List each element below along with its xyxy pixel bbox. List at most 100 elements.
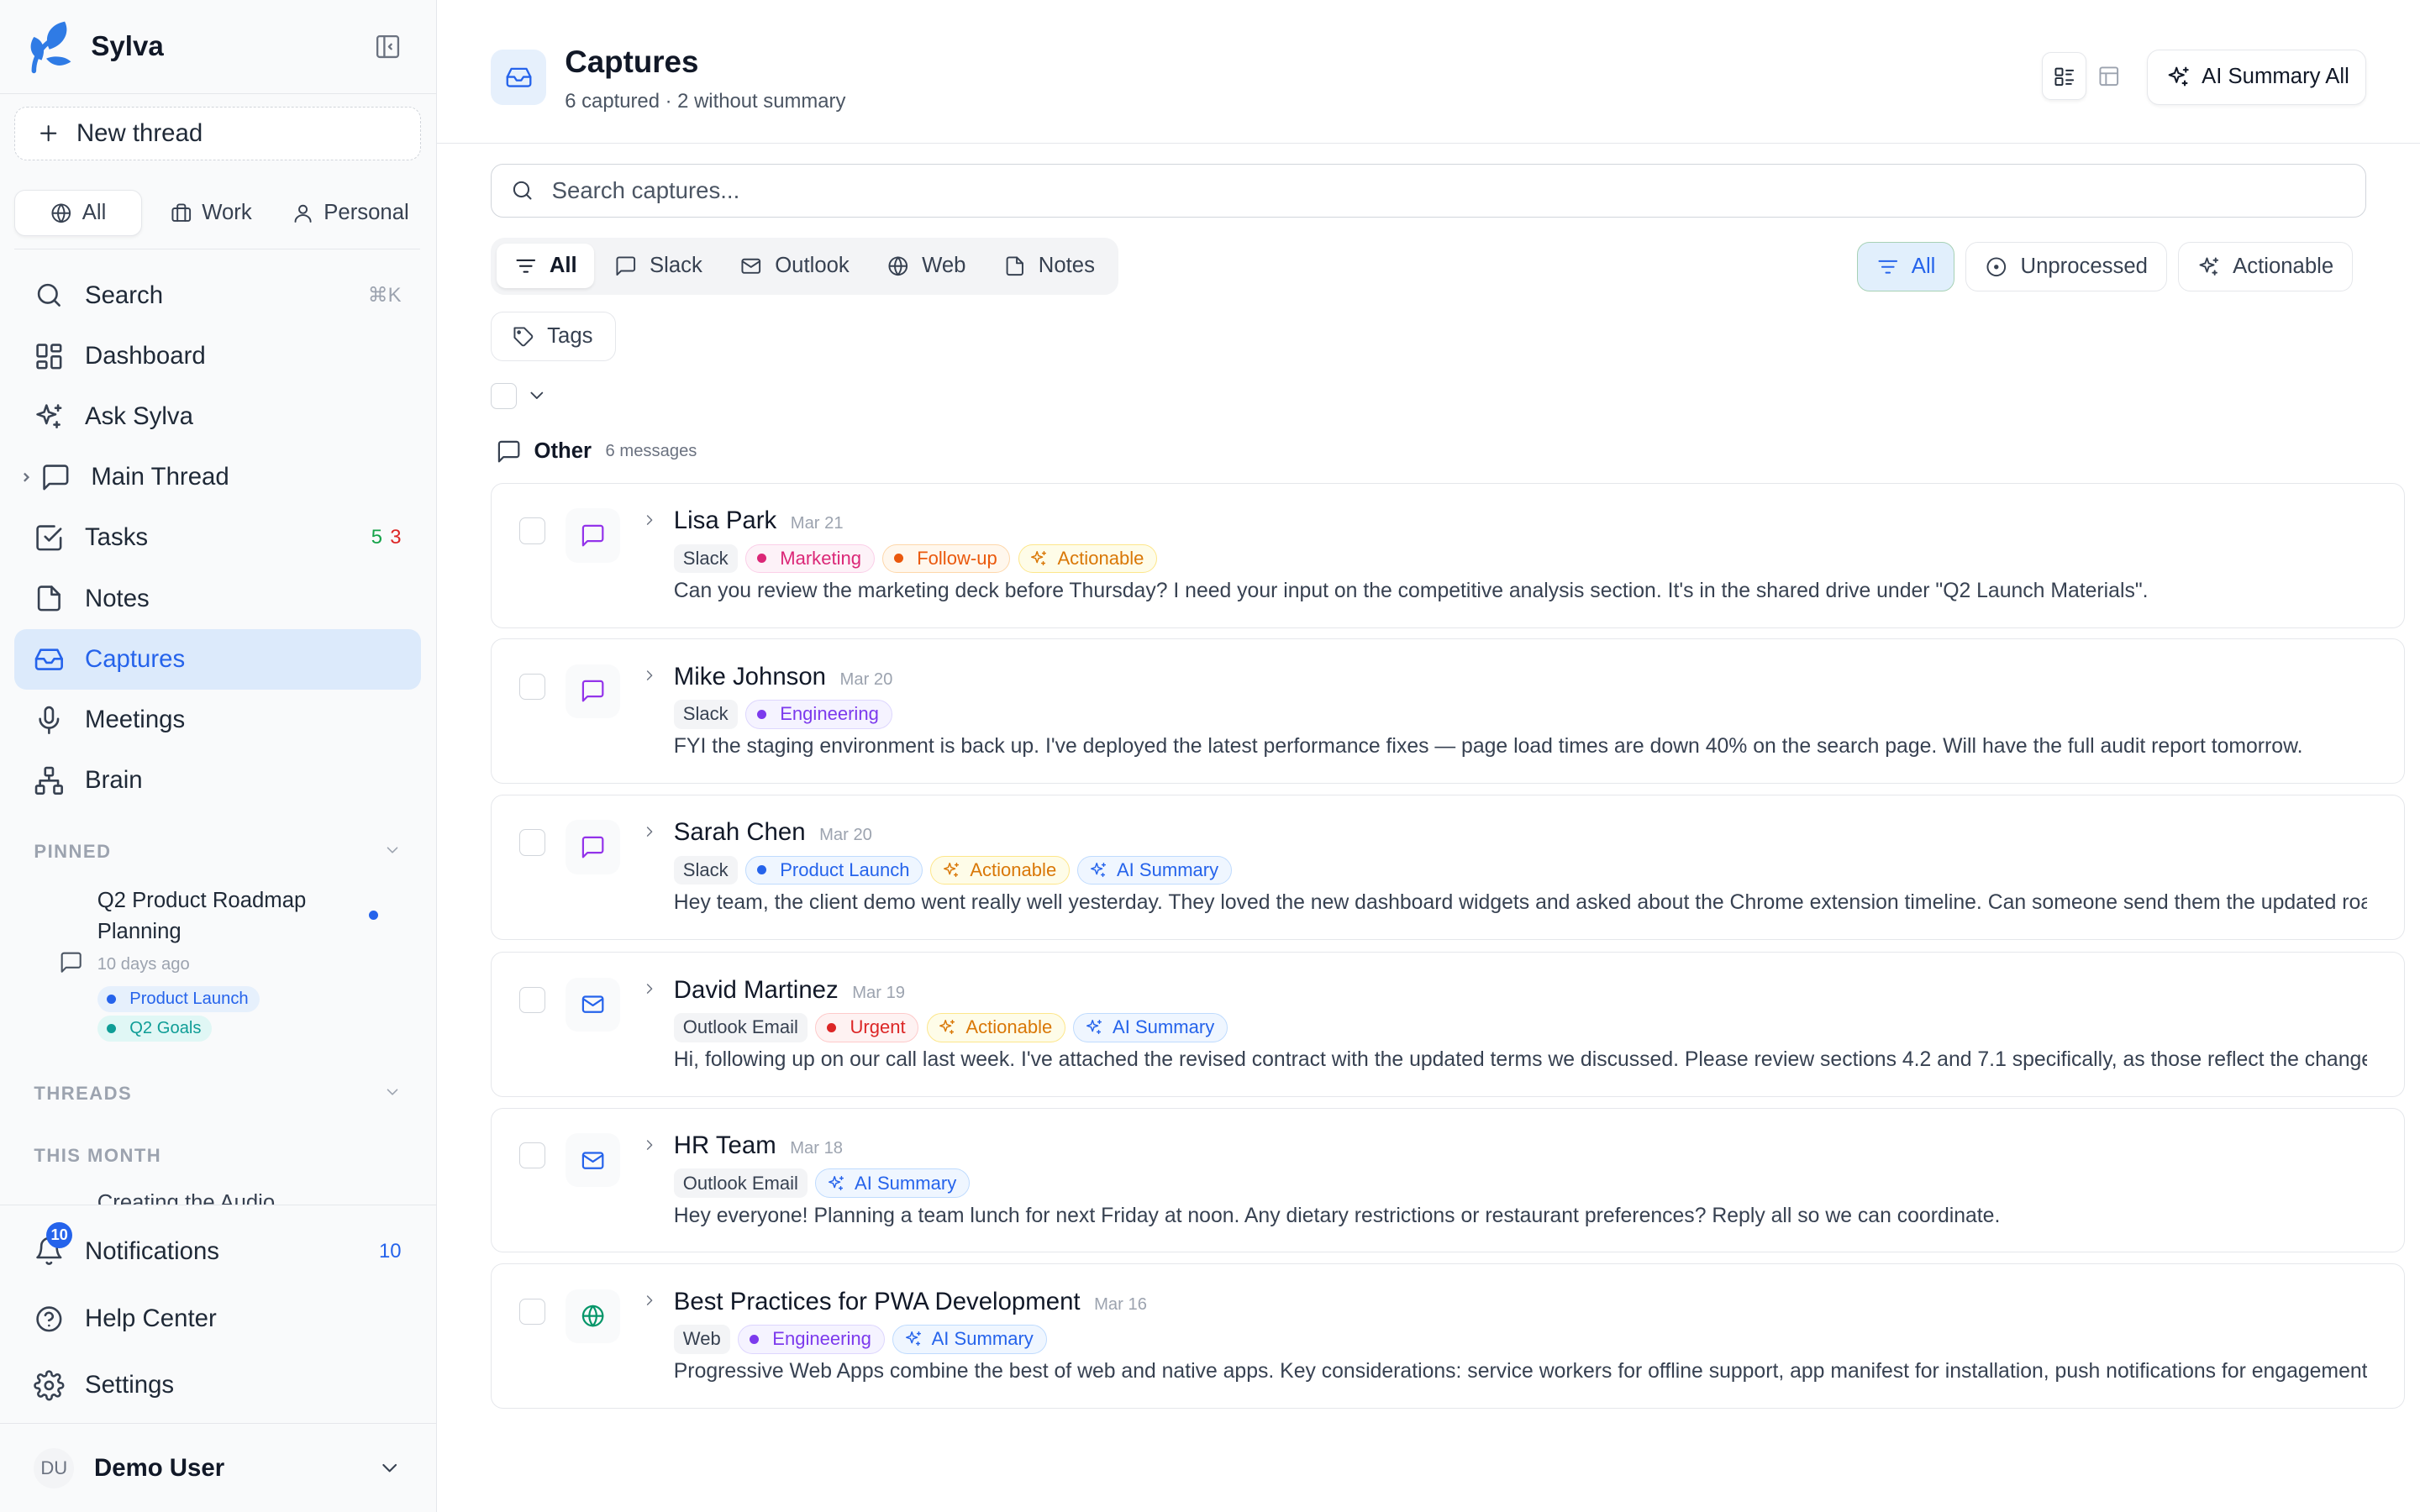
search-icon	[38, 284, 61, 307]
chevron-down-icon[interactable]	[526, 385, 548, 407]
file-icon	[38, 585, 61, 612]
tag-label: Marketing	[780, 547, 861, 569]
message-square-icon	[581, 836, 604, 858]
tag-product-launch[interactable]: Product Launch	[744, 855, 923, 885]
ai-summary-all-label: AI Summary All	[2202, 65, 2349, 89]
nav-main-thread[interactable]: Main Thread	[14, 447, 422, 507]
thread-list-item[interactable]: Creating the Audio	[97, 1188, 276, 1206]
tag-follow-up[interactable]: Follow-up	[881, 543, 1011, 574]
capture-card[interactable]: David Martinez Mar 19 Outlook Email Urgen…	[491, 952, 2405, 1097]
chevron-right-icon[interactable]	[641, 823, 658, 840]
plus-icon	[40, 125, 57, 142]
tag-dot	[826, 1022, 836, 1032]
capture-preview: Can you review the marketing deck before…	[673, 579, 2149, 602]
capture-preview: Hey team, the client demo went really we…	[673, 890, 2367, 914]
capture-checkbox[interactable]	[519, 1298, 546, 1325]
capture-meta: Slack Engineering	[673, 700, 892, 729]
tag-engineering[interactable]: Engineering	[744, 700, 892, 729]
source-tab-notes[interactable]: Notes	[986, 244, 1112, 288]
tag-ai-summary[interactable]: AI Summary	[1077, 855, 1232, 885]
nav-dashboard[interactable]: Dashboard	[14, 326, 422, 386]
tag-ai-summary[interactable]: AI Summary	[815, 1168, 970, 1199]
tags-filter-button[interactable]: Tags	[491, 312, 616, 361]
chevron-right-icon[interactable]	[641, 667, 658, 684]
nav-help-center[interactable]: Help Center	[14, 1289, 422, 1350]
capture-checkbox[interactable]	[519, 517, 546, 544]
chevron-down-icon[interactable]	[383, 1083, 402, 1101]
status-filter-label: All	[1911, 255, 1936, 279]
nav-settings[interactable]: Settings	[14, 1356, 422, 1416]
capture-sender: David Martinez	[673, 975, 839, 1004]
tag-ai-summary[interactable]: AI Summary	[892, 1324, 1047, 1354]
table-view-button[interactable]	[2086, 52, 2131, 100]
capture-card[interactable]: Best Practices for PWA Development Mar 16…	[491, 1263, 2405, 1409]
search-input[interactable]	[551, 176, 2327, 204]
capture-checkbox[interactable]	[519, 673, 546, 701]
source-icon-badge	[566, 664, 620, 719]
chevron-right-icon[interactable]	[641, 1292, 658, 1309]
nav-notifications[interactable]: 10 Notifications 10	[14, 1221, 422, 1282]
nav-search[interactable]: Search ⌘K	[14, 265, 422, 326]
list-view-button[interactable]	[2041, 52, 2087, 101]
chevron-right-icon[interactable]	[641, 512, 658, 528]
tag-actionable[interactable]: Actionable	[926, 1012, 1065, 1042]
status-filter-actionable[interactable]: Actionable	[2177, 242, 2354, 292]
capture-sender: HR Team	[673, 1131, 776, 1160]
view-toggle	[2041, 52, 2132, 103]
scope-work[interactable]: Work	[148, 190, 273, 236]
source-tab-label: Slack	[650, 254, 702, 278]
chevron-right-icon[interactable]	[641, 980, 658, 997]
source-tab-web[interactable]: Web	[870, 244, 983, 288]
scope-personal-label: Personal	[324, 200, 409, 224]
scope-personal[interactable]: Personal	[279, 190, 421, 236]
capture-preview: Hey everyone! Planning a team lunch for …	[673, 1204, 2001, 1227]
capture-card[interactable]: Lisa Park Mar 21 Slack Marketing Follow-up…	[491, 482, 2405, 628]
tag-ai-summary[interactable]: AI Summary	[1073, 1012, 1228, 1042]
user-menu[interactable]: DU Demo User	[0, 1423, 436, 1512]
capture-checkbox[interactable]	[519, 1142, 546, 1169]
capture-checkbox[interactable]	[519, 986, 546, 1013]
source-tab-outlook[interactable]: Outlook	[723, 244, 866, 288]
ai-summary-all-button[interactable]: AI Summary All	[2146, 49, 2366, 105]
sidebar-bottom: 10 Notifications 10 Help Center Settings…	[0, 1205, 436, 1512]
nav-tasks[interactable]: Tasks 53	[14, 508, 422, 569]
unread-dot	[368, 910, 378, 920]
sparkles-icon	[1031, 550, 1047, 566]
select-all-checkbox[interactable]	[491, 382, 518, 409]
app-root: Sylva New thread All Work Personal Searc…	[0, 0, 2420, 1512]
tag-marketing[interactable]: Marketing	[744, 543, 875, 574]
chevron-right-icon[interactable]	[641, 1137, 658, 1153]
nav-meetings[interactable]: Meetings	[14, 690, 422, 750]
nav-captures[interactable]: Captures	[13, 628, 422, 690]
capture-checkbox[interactable]	[519, 829, 546, 856]
nav-notes[interactable]: Notes	[14, 569, 422, 629]
source-tab-slack[interactable]: Slack	[597, 244, 720, 288]
capture-card[interactable]: HR Team Mar 18 Outlook Email AI Summary H…	[491, 1107, 2405, 1253]
message-square-icon	[581, 680, 604, 702]
scope-all[interactable]: All	[13, 189, 142, 236]
status-filter-all[interactable]: All	[1856, 242, 1955, 292]
globe-icon	[888, 256, 908, 276]
capture-card[interactable]: Mike Johnson Mar 20 Slack Engineering FYI…	[491, 638, 2405, 785]
capture-source: Slack	[673, 855, 738, 885]
sparkles-icon	[2199, 257, 2218, 276]
capture-card[interactable]: Sarah Chen Mar 20 Slack Product Launch Act…	[491, 794, 2405, 940]
sylva-logo-icon	[30, 22, 71, 74]
tag-urgent[interactable]: Urgent	[815, 1012, 919, 1042]
status-filter-unprocessed[interactable]: Unprocessed	[1965, 242, 2167, 292]
tag-dot	[756, 865, 766, 875]
message-square-icon	[60, 953, 82, 974]
tag-label: Product Launch	[780, 858, 910, 880]
source-tab-all[interactable]: All	[497, 244, 594, 289]
tag-actionable[interactable]: Actionable	[930, 855, 1070, 885]
collapse-sidebar-button[interactable]	[374, 33, 402, 60]
nav-brain[interactable]: Brain	[14, 750, 422, 811]
chevron-down-icon[interactable]	[383, 841, 402, 859]
new-thread-button[interactable]: New thread	[13, 106, 422, 160]
tag-actionable[interactable]: Actionable	[1018, 543, 1158, 574]
capture-sender: Sarah Chen	[673, 818, 806, 847]
tag-engineering[interactable]: Engineering	[737, 1324, 885, 1354]
capture-meta: Outlook Email AI Summary	[673, 1168, 970, 1199]
nav-ask-sylva[interactable]: Ask Sylva	[14, 386, 422, 447]
tag-label: Engineering	[780, 703, 879, 725]
